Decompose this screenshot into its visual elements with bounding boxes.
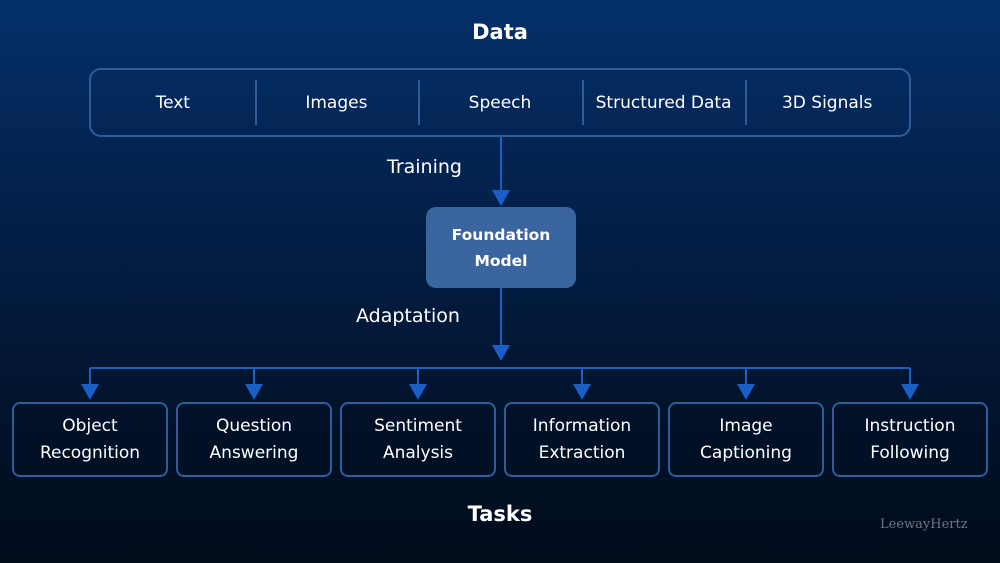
task-information-extraction: Information Extraction: [504, 402, 660, 477]
task-label-line1: Object: [62, 415, 118, 436]
data-title: Data: [472, 20, 528, 44]
task-image-captioning: Image Captioning: [668, 402, 824, 477]
watermark-logo: LeewayHertz: [880, 517, 968, 532]
task-label-line2: Analysis: [382, 442, 454, 463]
data-source-3d-signals: 3D Signals: [745, 70, 909, 135]
foundation-model-box: Foundation Model: [426, 207, 576, 288]
task-label-line2: Answering: [209, 442, 299, 463]
task-label-line2: Recognition: [39, 442, 141, 463]
task-label-line1: Instruction: [864, 415, 956, 436]
data-sources-box: Text Images Speech Structured Data 3D Si…: [89, 68, 911, 137]
data-source-images: Images: [254, 70, 419, 135]
tasks-title: Tasks: [467, 502, 533, 526]
data-source-speech: Speech: [418, 70, 582, 135]
task-question-answering: Question Answering: [176, 402, 332, 477]
training-label: Training: [387, 156, 462, 178]
task-label-line1: Image: [719, 415, 773, 436]
model-label-line2: Model: [474, 251, 528, 270]
task-label-line2: Extraction: [538, 442, 626, 463]
adaptation-label: Adaptation: [356, 305, 460, 327]
task-sentiment-analysis: Sentiment Analysis: [340, 402, 496, 477]
task-label-line1: Question: [215, 415, 293, 436]
task-label-line2: Captioning: [700, 442, 792, 463]
adaptation-arrowhead: [492, 345, 510, 361]
task-object-recognition: Object Recognition: [12, 402, 168, 477]
data-source-text: Text: [155, 92, 190, 113]
task-arrows: [81, 368, 919, 400]
task-instruction-following: Instruction Following: [832, 402, 988, 477]
data-source-structured: Structured Data: [581, 70, 746, 135]
task-label-line1: Sentiment: [374, 415, 462, 436]
training-arrowhead: [492, 190, 510, 206]
task-label-line2: Following: [870, 442, 950, 463]
task-label-line1: Information: [532, 415, 632, 436]
model-label-line1: Foundation: [451, 225, 551, 244]
